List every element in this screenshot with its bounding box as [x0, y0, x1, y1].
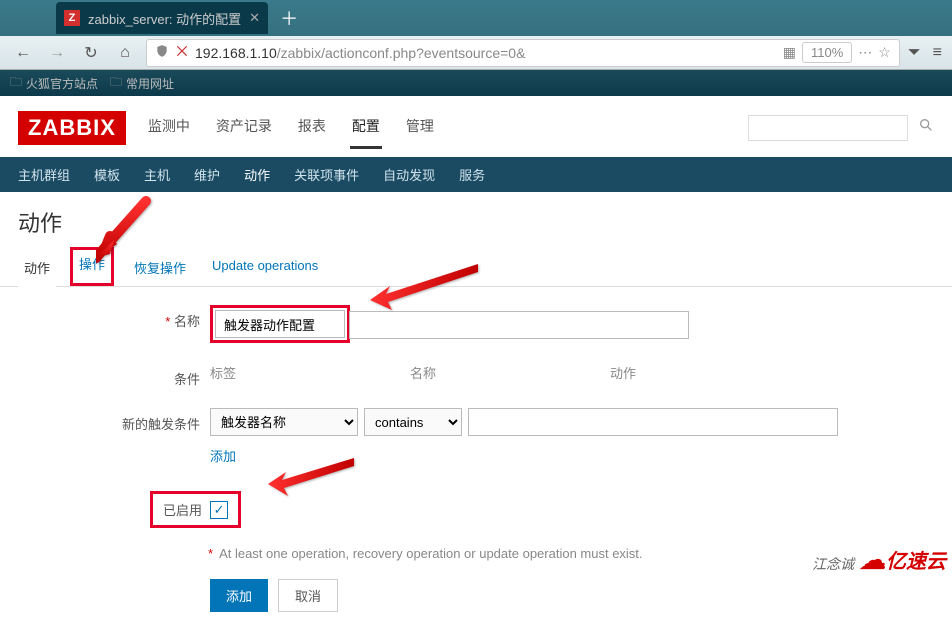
trigger-value-input[interactable] [468, 408, 838, 436]
subnav-discovery[interactable]: 自动发现 [383, 165, 435, 184]
new-tab-button[interactable]: ＋ [280, 5, 298, 31]
more-icon[interactable]: ⋯ [858, 44, 872, 61]
subnav-maintenance[interactable]: 维护 [194, 165, 220, 184]
name-input[interactable] [215, 310, 345, 338]
grid-icon[interactable]: ▦ [783, 44, 796, 61]
form-area: * 名称 条件 标签 名称 动作 新的触发条件 触发器名称 contains [0, 287, 952, 630]
bookmark-bar: 🗀 火狐官方站点 🗀 常用网址 [0, 70, 952, 96]
form-tabs: 动作 操作 恢复操作 Update operations [0, 250, 952, 287]
tab-recovery[interactable]: 恢复操作 [128, 250, 192, 286]
subnav-correlation[interactable]: 关联项事件 [294, 165, 359, 184]
name-highlight [210, 305, 350, 343]
home-icon[interactable]: ⌂ [112, 40, 138, 66]
page-title: 动作 [0, 192, 952, 250]
url-bar[interactable]: 192.168.1.10/zabbix/actionconf.php?event… [146, 39, 900, 67]
sub-nav: 主机群组 模板 主机 维护 动作 关联项事件 自动发现 服务 [0, 157, 952, 192]
subnav-hosts[interactable]: 主机 [144, 165, 170, 184]
zabbix-page: ZABBIX 监测中 资产记录 报表 配置 管理 主机群组 模板 主机 维护 动… [0, 96, 952, 630]
bookmark-item-common[interactable]: 🗀 常用网址 [110, 73, 174, 94]
subnav-templates[interactable]: 模板 [94, 165, 120, 184]
tab-update-operations[interactable]: Update operations [206, 250, 324, 286]
subnav-services[interactable]: 服务 [459, 165, 485, 184]
condition-header: 标签 名称 动作 [210, 363, 912, 382]
nav-reports[interactable]: 报表 [296, 106, 328, 149]
browser-tab[interactable]: Z zabbix_server: 动作的配置 ✕ [56, 2, 268, 34]
browser-chrome: Z zabbix_server: 动作的配置 ✕ ＋ ← → ↻ ⌂ 192.1… [0, 0, 952, 96]
bookmark-star-icon[interactable]: ☆ [878, 44, 891, 61]
header-search [748, 115, 934, 141]
forward-icon: → [44, 40, 70, 66]
trigger-type-select[interactable]: 触发器名称 [210, 408, 358, 436]
cancel-button[interactable]: 取消 [278, 579, 338, 612]
close-icon[interactable]: ✕ [249, 10, 260, 26]
trigger-operator-select[interactable]: contains [364, 408, 462, 436]
subnav-hostgroups[interactable]: 主机群组 [18, 165, 70, 184]
condition-label: 条件 [40, 363, 210, 388]
nav-monitoring[interactable]: 监测中 [146, 106, 192, 149]
back-icon[interactable]: ← [10, 40, 36, 66]
bookmark-item-firefox[interactable]: 🗀 火狐官方站点 [10, 73, 98, 94]
trigger-condition-label: 新的触发条件 [40, 408, 210, 433]
nav-configuration[interactable]: 配置 [350, 106, 382, 149]
main-nav: 监测中 资产记录 报表 配置 管理 [146, 106, 436, 149]
tab-favicon: Z [64, 10, 80, 26]
folder-icon: 🗀 [110, 73, 122, 94]
name-label: * 名称 [40, 305, 210, 330]
nav-inventory[interactable]: 资产记录 [214, 106, 274, 149]
nav-administration[interactable]: 管理 [404, 106, 436, 149]
shield-icon [155, 44, 169, 61]
enabled-highlight: 已启用 ✓ [150, 491, 241, 528]
tab-operations[interactable]: 操作 [70, 247, 114, 286]
zabbix-header: ZABBIX 监测中 资产记录 报表 配置 管理 [0, 96, 952, 157]
add-condition-link[interactable]: 添加 [210, 446, 236, 465]
url-text: 192.168.1.10/zabbix/actionconf.php?event… [195, 45, 525, 61]
validation-note: *At least one operation, recovery operat… [208, 546, 912, 561]
enabled-checkbox[interactable]: ✓ [210, 501, 228, 519]
reload-icon[interactable]: ↻ [78, 40, 104, 66]
enabled-label: 已启用 [163, 500, 202, 519]
tab-title: zabbix_server: 动作的配置 [88, 9, 241, 28]
tab-action[interactable]: 动作 [18, 250, 56, 287]
search-input[interactable] [748, 115, 908, 141]
add-button[interactable]: 添加 [210, 579, 268, 612]
zoom-level[interactable]: 110% [802, 42, 852, 63]
library-icon[interactable]: ⏷ [908, 44, 921, 62]
zabbix-logo[interactable]: ZABBIX [18, 111, 126, 145]
browser-nav-bar: ← → ↻ ⌂ 192.168.1.10/zabbix/actionconf.p… [0, 36, 952, 70]
tab-bar: Z zabbix_server: 动作的配置 ✕ ＋ [0, 0, 952, 36]
subnav-actions[interactable]: 动作 [244, 165, 270, 184]
menu-icon[interactable]: ≡ [933, 44, 942, 62]
search-icon[interactable] [918, 117, 934, 138]
ssl-warning-icon [175, 44, 189, 61]
folder-icon: 🗀 [10, 73, 22, 94]
watermark: 江念诚 ☁亿速云 [812, 543, 946, 576]
name-input-ext[interactable] [349, 311, 689, 339]
